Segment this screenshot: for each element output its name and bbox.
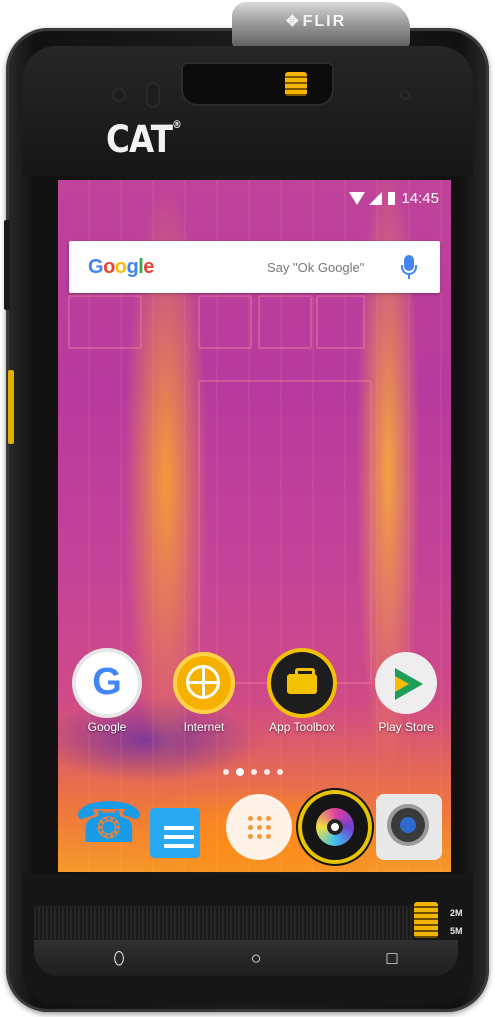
app-label: Google — [87, 720, 127, 734]
page-indicator — [223, 768, 283, 776]
side-button-top — [4, 220, 10, 310]
app-label: App Toolbox — [269, 720, 335, 734]
speaker-grille — [34, 906, 414, 940]
page-dot — [251, 769, 257, 775]
back-icon[interactable]: ⬯ — [104, 948, 134, 968]
wifi-icon — [349, 192, 366, 205]
messages-icon[interactable] — [150, 808, 200, 858]
play-store-icon — [375, 652, 437, 714]
status-bar: 14:45 — [349, 190, 439, 207]
status-time: 14:45 — [401, 190, 439, 207]
app-google[interactable]: G Google — [64, 652, 150, 734]
wallpaper-panel — [198, 380, 372, 684]
capture-label-2m: 2M — [450, 908, 463, 918]
page-dot — [223, 769, 229, 775]
signal-icon — [369, 192, 383, 205]
earpiece-accent — [285, 72, 307, 96]
wallpaper-panel — [316, 295, 365, 349]
app-play-store[interactable]: Play Store — [363, 652, 449, 734]
wallpaper-panel — [258, 295, 312, 349]
toolbox-icon — [271, 652, 333, 714]
programmable-side-button[interactable] — [8, 370, 14, 444]
phone-icon[interactable] — [70, 790, 144, 860]
google-icon: G — [76, 652, 138, 714]
sensor-icon — [146, 82, 160, 108]
home-screen: 14:45 Google Say "Ok Google" G Google In… — [58, 180, 451, 872]
capture-label-5m: 5M — [450, 926, 463, 936]
battery-icon — [388, 192, 396, 205]
app-label: Play Store — [378, 720, 434, 734]
flir-logo: ✥ FLIR — [286, 13, 347, 30]
app-toolbox[interactable]: App Toolbox — [259, 652, 345, 734]
globe-icon — [173, 652, 235, 714]
light-sensor-icon — [400, 90, 410, 100]
app-internet[interactable]: Internet — [161, 652, 247, 734]
front-camera-icon — [112, 88, 126, 102]
page-dot-active — [236, 768, 244, 776]
wallpaper-panel — [68, 295, 142, 349]
capture-button[interactable] — [414, 902, 438, 938]
cat-logo: CAT® — [106, 118, 182, 161]
earpiece — [181, 62, 334, 106]
recents-icon[interactable]: □ — [377, 948, 407, 968]
google-logo: Google — [88, 256, 154, 278]
mic-icon[interactable] — [401, 255, 417, 279]
wallpaper-panel — [198, 295, 252, 349]
home-icon[interactable]: ○ — [241, 948, 271, 968]
camera-icon[interactable] — [376, 794, 442, 860]
page-dot — [277, 769, 283, 775]
app-drawer-icon[interactable] — [226, 794, 292, 860]
app-label: Internet — [183, 720, 225, 734]
google-search-widget[interactable]: Google Say "Ok Google" — [69, 241, 440, 293]
page-dot — [264, 769, 270, 775]
flir-camera-icon[interactable] — [302, 794, 368, 860]
search-hint: Say "Ok Google" — [267, 260, 365, 275]
